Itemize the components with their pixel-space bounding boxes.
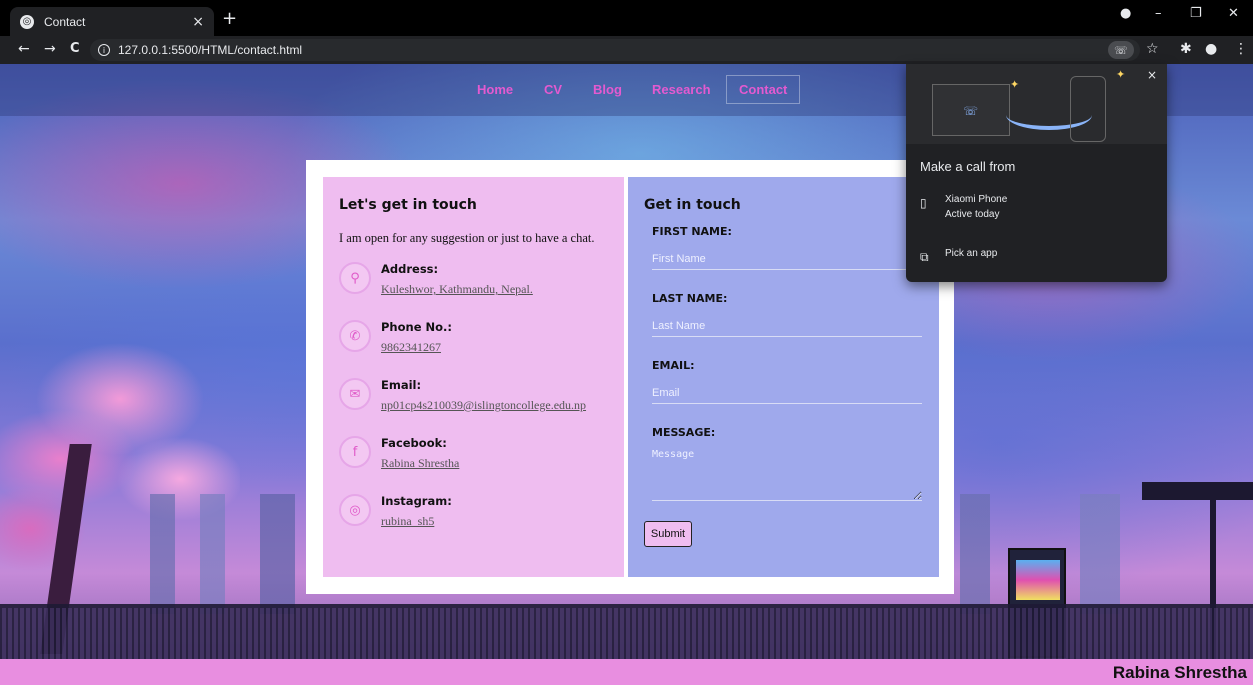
phone-item: ✆ Phone No.: 9862341267 [339, 320, 608, 378]
phone-device-icon: ▯ [920, 196, 927, 210]
nav-blog[interactable]: Blog [593, 82, 622, 97]
sparkle-icon: ✦ [1010, 78, 1020, 91]
account-avatar-icon[interactable]: ● [1205, 41, 1217, 57]
address-link[interactable]: Kuleshwor, Kathmandu, Nepal. [381, 282, 608, 297]
email-link[interactable]: np01cp4s210039@islingtoncollege.edu.np [381, 398, 608, 413]
popup-title: Make a call from [920, 159, 1016, 174]
instagram-link[interactable]: rubina_sh5 [381, 514, 608, 529]
first-name-input[interactable] [652, 248, 922, 270]
extensions-icon[interactable]: ✱ [1180, 41, 1192, 57]
minimize-icon[interactable]: – [1155, 6, 1162, 21]
address-item: ⚲ Address: Kuleshwor, Kathmandu, Nepal. [339, 262, 608, 320]
call-illustration: ☏ ✦ ✦ [906, 64, 1167, 144]
nav-cv[interactable]: CV [544, 82, 562, 97]
mail-icon: ✉ [339, 378, 371, 410]
nav-contact[interactable]: Contact [726, 75, 801, 104]
forward-icon[interactable]: → [44, 41, 56, 57]
nav-home[interactable]: Home [477, 82, 513, 97]
tab-close-icon[interactable]: × [192, 14, 204, 30]
site-footer: Rabina Shrestha [0, 659, 1253, 685]
open-external-icon: ⧉ [920, 250, 929, 264]
contact-card: Let's get in touch I am open for any sug… [306, 160, 954, 594]
contact-info-title: Let's get in touch [339, 197, 477, 213]
phone-icon: ✆ [339, 320, 371, 352]
url-field[interactable]: i 127.0.0.1:5500/HTML/contact.html ☏ [90, 39, 1140, 61]
info-icon[interactable]: i [98, 44, 110, 56]
email-input[interactable] [652, 382, 922, 404]
submit-button[interactable]: Submit [644, 521, 692, 547]
fence-art [0, 604, 1253, 662]
url-text: 127.0.0.1:5500/HTML/contact.html [118, 43, 303, 57]
popup-close-icon[interactable]: × [1147, 68, 1157, 82]
contact-form-panel: Get in touch FIRST NAME: LAST NAME: EMAI… [628, 177, 939, 577]
facebook-icon: f [339, 436, 371, 468]
tab-title: Contact [44, 14, 86, 29]
sparkle-icon: ✦ [1116, 68, 1126, 81]
restore-icon[interactable]: ❐ [1190, 6, 1202, 21]
first-name-label: FIRST NAME: [652, 225, 732, 238]
email-item: ✉ Email: np01cp4s210039@islingtoncollege… [339, 378, 608, 436]
nav-research[interactable]: Research [652, 82, 711, 97]
call-icon[interactable]: ☏ [1108, 41, 1134, 59]
bookmark-star-icon[interactable]: ☆ [1146, 41, 1159, 57]
browser-tab-bar: ◎ Contact × + ● – ❐ ✕ [0, 0, 1253, 36]
device-option-xiaomi[interactable]: ▯ Xiaomi Phone Active today [920, 194, 1150, 228]
address-label: Address: [381, 262, 439, 276]
email-label: Email: [381, 378, 422, 392]
bus-stop-roof-art [1142, 482, 1253, 500]
laptop-call-icon: ☏ [963, 104, 979, 118]
phone-label: Phone No.: [381, 320, 452, 334]
footer-author-name: Rabina Shrestha [1112, 663, 1247, 682]
email-label: EMAIL: [652, 359, 695, 372]
profile-icon[interactable]: ● [1120, 6, 1131, 21]
phone-link[interactable]: 9862341267 [381, 340, 608, 355]
instagram-icon: ◎ [339, 494, 371, 526]
browser-address-bar: ← → C i 127.0.0.1:5500/HTML/contact.html… [0, 36, 1253, 64]
pick-app-option[interactable]: ⧉ Pick an app [920, 248, 1150, 268]
facebook-label: Facebook: [381, 436, 447, 450]
form-title: Get in touch [644, 197, 741, 213]
last-name-input[interactable] [652, 315, 922, 337]
location-icon: ⚲ [339, 262, 371, 294]
last-name-label: LAST NAME: [652, 292, 728, 305]
phone-illustration [1070, 76, 1106, 142]
menu-icon[interactable]: ⋮ [1234, 41, 1248, 57]
instagram-label: Instagram: [381, 494, 452, 508]
contact-info-panel: Let's get in touch I am open for any sug… [323, 177, 624, 577]
pick-app-label: Pick an app [945, 248, 998, 259]
message-textarea[interactable] [652, 449, 922, 501]
facebook-link[interactable]: Rabina Shrestha [381, 456, 608, 471]
reload-icon[interactable]: C [70, 41, 80, 56]
new-tab-button[interactable]: + [222, 8, 237, 29]
back-icon[interactable]: ← [18, 41, 30, 57]
call-popup: ☏ ✦ ✦ × Make a call from ▯ Xiaomi Phone … [906, 64, 1167, 282]
globe-icon: ◎ [20, 14, 34, 29]
contact-intro-text: I am open for any suggestion or just to … [339, 231, 595, 245]
window-close-icon[interactable]: ✕ [1228, 6, 1239, 21]
device-status: Active today [945, 209, 1000, 220]
instagram-item: ◎ Instagram: rubina_sh5 [339, 494, 608, 552]
browser-tab[interactable]: ◎ Contact × [10, 7, 214, 36]
message-label: MESSAGE: [652, 426, 716, 439]
facebook-item: f Facebook: Rabina Shrestha [339, 436, 608, 494]
device-name: Xiaomi Phone [945, 194, 1008, 205]
